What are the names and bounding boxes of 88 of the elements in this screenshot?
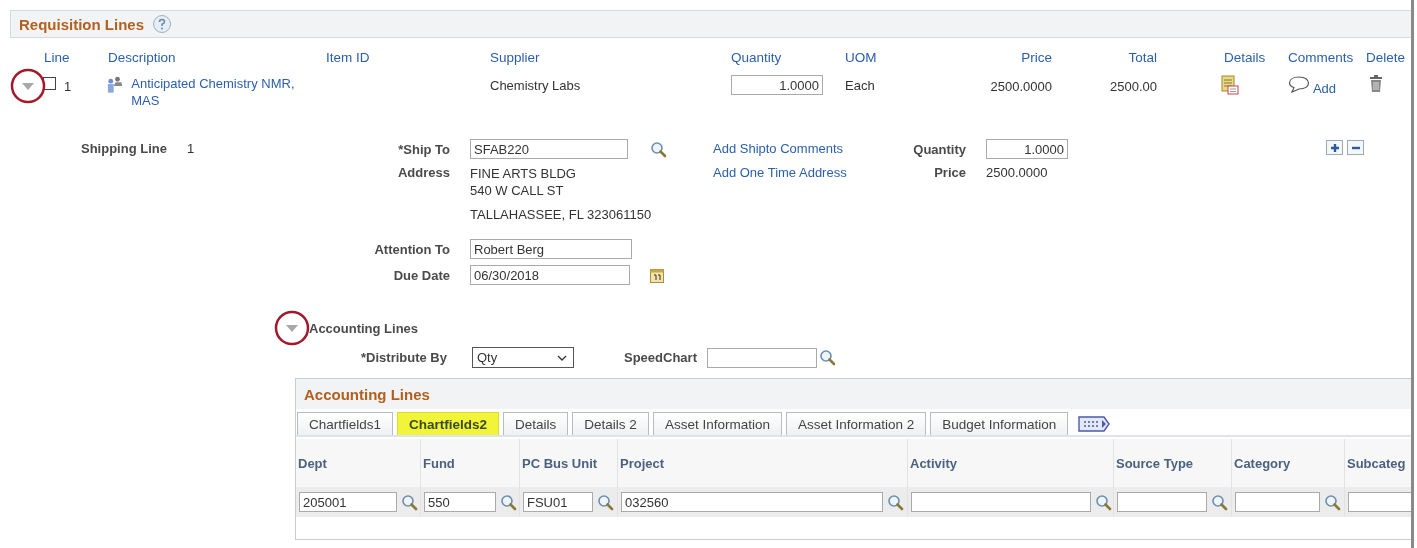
search-icon[interactable] — [650, 140, 667, 158]
calendar-icon[interactable] — [650, 267, 664, 283]
shipping-line-number: 1 — [186, 141, 195, 158]
column-header: PC Bus Unit — [522, 456, 598, 471]
field-label: Price — [933, 165, 966, 180]
search-icon[interactable] — [500, 493, 517, 511]
tab[interactable]: Chartfields2 — [397, 412, 500, 435]
collapse-arrow-icon[interactable] — [21, 81, 35, 91]
trash-icon[interactable] — [1369, 75, 1383, 93]
add-row-button[interactable] — [1326, 140, 1343, 155]
search-icon[interactable] — [1324, 493, 1341, 511]
column-header: Category — [1234, 456, 1291, 471]
search-icon[interactable] — [401, 493, 418, 511]
ship-to-field[interactable]: SFAB220 — [470, 139, 628, 159]
chartfield-field[interactable] — [1117, 492, 1207, 512]
address-line: TALLAHASSEE, FL 323061150 — [470, 206, 652, 223]
tab[interactable]: Details — [503, 412, 569, 435]
section-title: Accounting Lines — [309, 320, 419, 336]
chartfield-field[interactable] — [911, 492, 1091, 512]
column-header: Delete — [1365, 50, 1407, 65]
help-icon[interactable] — [152, 14, 172, 34]
column-header: Total — [1127, 50, 1158, 65]
column-header: Subcateg — [1347, 456, 1406, 471]
tab[interactable]: Details 2 — [572, 412, 649, 435]
document-icon[interactable] — [1221, 75, 1239, 95]
chevron-down-icon — [557, 354, 567, 361]
total-text: 2500.00 — [1109, 78, 1158, 94]
column-header: Fund — [423, 456, 455, 471]
tab[interactable]: Asset Information — [652, 412, 782, 435]
due-date-field[interactable]: 06/30/2018 — [470, 265, 630, 285]
delete-row-button[interactable] — [1347, 140, 1364, 155]
column-header: Description — [107, 50, 177, 65]
chartfield-field[interactable]: 205001 — [299, 492, 397, 512]
link[interactable]: Add One Time Address — [713, 165, 896, 180]
column-header: Source Type — [1116, 456, 1194, 471]
column-header: UOM — [844, 50, 878, 65]
column-header: Activity — [910, 456, 957, 471]
supplier-text: Chemistry Labs — [489, 77, 582, 93]
column-header: Dept — [298, 456, 327, 471]
speedchart-field[interactable] — [706, 347, 817, 368]
distribute-by-dropdown[interactable]: Qty — [472, 347, 574, 368]
price-text: 2500.0000 — [989, 78, 1053, 94]
search-icon[interactable] — [887, 493, 904, 511]
chartfield-field[interactable]: 550 — [424, 492, 496, 512]
chartfield-field[interactable] — [1235, 492, 1320, 512]
field-label: Attention To — [373, 241, 450, 257]
column-header: Price — [1020, 50, 1053, 65]
quantity-field[interactable]: 1.0000 — [986, 139, 1068, 159]
line-number: 1 — [64, 78, 72, 94]
description-link[interactable]: Anticipated Chemistry NMR, MAS — [131, 75, 318, 109]
plus-icon — [1329, 142, 1340, 153]
search-icon[interactable] — [818, 349, 836, 366]
column-header: Details — [1223, 50, 1267, 65]
field-label: Address — [396, 165, 450, 180]
grid-title: Accounting Lines — [304, 385, 430, 403]
chartfield-field[interactable]: 032560 — [621, 492, 883, 512]
field-label: Shipping Line — [81, 141, 167, 158]
column-header: Supplier — [489, 50, 541, 65]
field-label: SpeedChart — [624, 350, 697, 365]
show-all-tabs-icon[interactable] — [1078, 416, 1111, 432]
link[interactable]: Add Shipto Comments — [713, 141, 896, 156]
address-line: FINE ARTS BLDG — [470, 165, 577, 182]
price-text: 2500.0000 — [986, 165, 1048, 180]
tab[interactable]: Budget Information — [930, 412, 1069, 435]
search-icon[interactable] — [1095, 493, 1112, 511]
address-line: 540 W CALL ST — [470, 182, 565, 199]
speech-bubble-icon[interactable] — [1288, 75, 1310, 93]
column-header: Project — [620, 456, 665, 471]
tab[interactable]: Asset Information 2 — [785, 412, 927, 435]
quantity-field[interactable]: 1.0000 — [731, 75, 823, 95]
field-label: *Ship To — [397, 141, 450, 157]
search-icon[interactable] — [1211, 493, 1228, 511]
column-header: Comments — [1288, 50, 1355, 65]
uom-text: Each — [844, 77, 876, 93]
chartfield-field[interactable]: FSU01 — [523, 492, 593, 512]
section-title: Requisition Lines — [19, 15, 144, 33]
column-header: Line — [43, 50, 71, 65]
search-icon[interactable] — [597, 493, 614, 511]
field-label: Due Date — [392, 267, 450, 283]
column-header: Quantity — [730, 50, 783, 65]
column-header: Item ID — [325, 50, 371, 65]
collapse-arrow-icon[interactable] — [285, 323, 299, 333]
attention-to-field[interactable]: Robert Berg — [470, 239, 632, 259]
field-label: *Distribute By — [360, 350, 447, 365]
people-icon — [106, 75, 124, 95]
tab[interactable]: Chartfields1 — [297, 412, 394, 435]
field-label: Quantity — [912, 141, 966, 157]
add-comment-link[interactable]: Add — [1312, 81, 1337, 96]
